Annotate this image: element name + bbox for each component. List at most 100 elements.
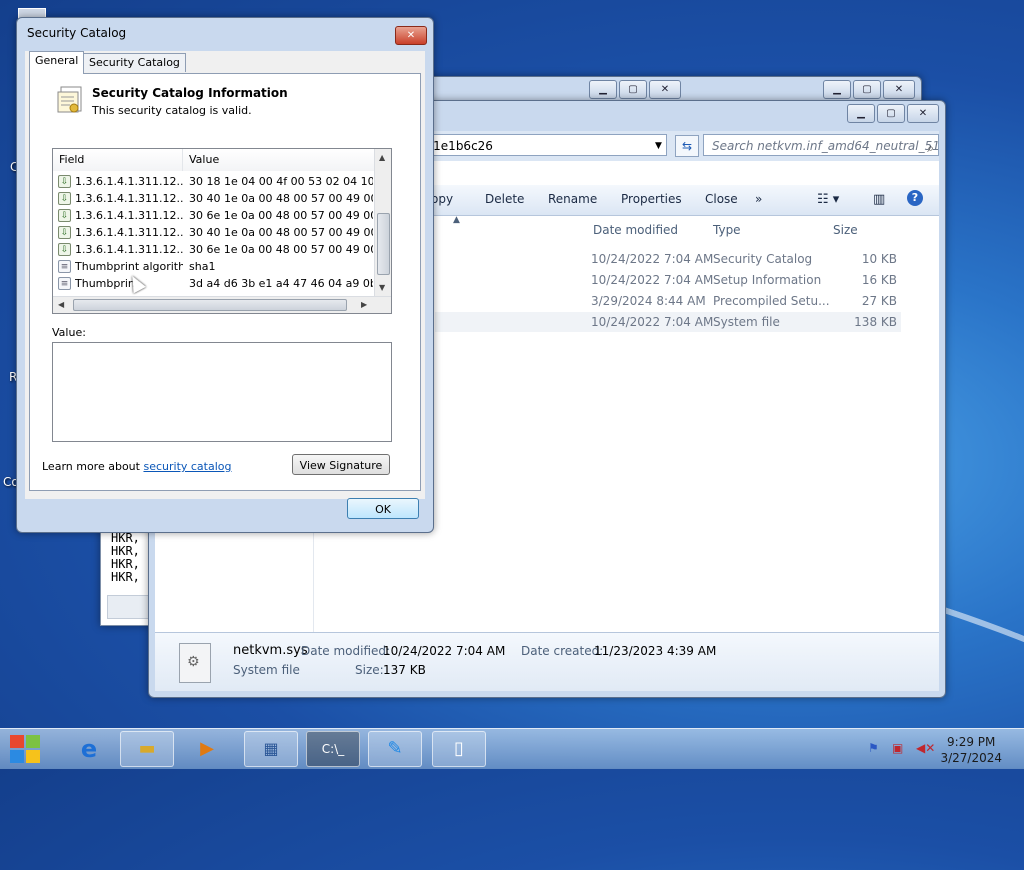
tab-general[interactable]: General (29, 51, 85, 74)
close-button[interactable]: ✕ (907, 104, 939, 123)
column-header-size[interactable]: Size (833, 223, 858, 237)
file-size: 16 KB (861, 273, 897, 287)
file-date: 3/29/2024 8:44 AM (591, 294, 706, 308)
tab-security-catalog[interactable]: Security Catalog (83, 53, 186, 72)
notepad-line: HKR, (111, 557, 140, 571)
minimize-button[interactable]: ▁ (823, 80, 851, 99)
action-center-flag-icon[interactable]: ⚑ (868, 741, 879, 755)
document-icon: ≡ (58, 260, 71, 273)
file-type: Precompiled Setu... (713, 294, 830, 308)
scroll-right-icon[interactable]: ▶ (361, 300, 367, 309)
sort-arrow-icon: ▲ (453, 215, 460, 225)
security-catalog-link[interactable]: security catalog (143, 460, 231, 473)
start-button-windows-icon[interactable] (8, 733, 42, 765)
clock-time: 9:29 PM (947, 735, 996, 749)
maximize-button[interactable]: ▢ (619, 80, 647, 99)
scroll-down-icon[interactable]: ▼ (379, 283, 385, 292)
help-icon[interactable]: ? (907, 190, 923, 206)
notepad-icon[interactable]: ▯ (432, 731, 486, 767)
details-size: 137 KB (383, 663, 426, 677)
scroll-left-icon[interactable]: ◀ (58, 300, 64, 309)
more-commands-button[interactable]: » (755, 192, 762, 206)
value-label: Value: (52, 326, 86, 339)
file-row[interactable]: 10/24/2022 7:04 AM Security Catalog 10 K… (435, 249, 901, 269)
field-name: 1.3.6.1.4.1.311.12... (75, 226, 183, 239)
setup-wizard-icon[interactable]: ✎ (368, 731, 422, 767)
chevron-down-icon[interactable]: ▼ (655, 141, 662, 151)
view-signature-button[interactable]: View Signature (292, 454, 390, 475)
rename-button[interactable]: Rename (548, 192, 597, 206)
file-type: Setup Information (713, 273, 822, 287)
file-size: 10 KB (861, 252, 897, 266)
horizontal-scrollbar[interactable]: ◀ ▶ (53, 296, 391, 313)
vertical-scrollbar[interactable]: ▲ ▼ (374, 149, 391, 297)
file-row[interactable]: 3/29/2024 8:44 AM Precompiled Setu... 27… (435, 291, 901, 311)
security-catalog-dialog[interactable]: Security Catalog ✕ General Security Cata… (16, 17, 434, 533)
list-item[interactable]: ≡ Thumbprint 3d a4 d6 3b e1 a4 47 46 04 … (53, 275, 375, 292)
properties-button[interactable]: Properties (621, 192, 682, 206)
network-settings-icon[interactable]: ▦ (244, 731, 298, 767)
maximize-button[interactable]: ▢ (853, 80, 881, 99)
scroll-up-icon[interactable]: ▲ (379, 153, 385, 162)
refresh-icon[interactable]: ⇆ (675, 135, 699, 157)
maximize-button[interactable]: ▢ (877, 104, 905, 123)
column-header-type[interactable]: Type (713, 223, 741, 237)
attribute-icon: ⇩ (58, 192, 71, 205)
system-clock[interactable]: 9:29 PM 3/27/2024 (940, 734, 1002, 766)
list-item[interactable]: ⇩ 1.3.6.1.4.1.311.12... 30 6e 1e 0a 00 4… (53, 207, 375, 224)
file-type: Security Catalog (713, 252, 813, 266)
field-value: 3d a4 d6 3b e1 a4 47 46 04 a9 0b 6... (189, 277, 373, 290)
field-value: 30 40 1e 0a 00 48 00 57 00 49 00 4... (189, 226, 373, 239)
field-value: sha1 (189, 260, 216, 273)
details-date-modified: 10/24/2022 7:04 AM (383, 644, 506, 658)
list-item[interactable]: ≡ Thumbprint algorithm sha1 (53, 258, 375, 275)
media-player-icon[interactable]: ▶ (180, 731, 234, 767)
caption-buttons: ✕ (395, 26, 427, 45)
info-title: Security Catalog Information (92, 86, 288, 100)
column-header-date[interactable]: Date modified (593, 223, 678, 237)
field-name: 1.3.6.1.4.1.311.12... (75, 209, 183, 222)
view-options-icon[interactable]: ☷ ▾ (817, 192, 839, 207)
file-row[interactable]: 10/24/2022 7:04 AM Setup Information 16 … (435, 270, 901, 290)
scroll-thumb[interactable] (377, 213, 390, 275)
internet-explorer-icon[interactable]: e (62, 731, 116, 767)
field-name: 1.3.6.1.4.1.311.12... (75, 192, 183, 205)
field-list[interactable]: Field Value ⇩ 1.3.6.1.4.1.311.12... 30 1… (52, 148, 392, 314)
search-input[interactable]: Search netkvm.inf_amd64_neutral_51... ⌕ (703, 134, 939, 156)
command-prompt-icon[interactable]: C:\_ (306, 731, 360, 767)
network-error-icon[interactable]: ▣ (892, 741, 903, 755)
close-button[interactable]: ✕ (883, 80, 915, 99)
caption-buttons: ▁ ▢ ✕ (847, 104, 939, 123)
field-name: 1.3.6.1.4.1.311.12... (75, 175, 183, 188)
value-textbox[interactable] (52, 342, 392, 442)
list-item[interactable]: ⇩ 1.3.6.1.4.1.311.12... 30 40 1e 0a 00 4… (53, 190, 375, 207)
close-button[interactable]: ✕ (395, 26, 427, 45)
minimize-button[interactable]: ▁ (589, 80, 617, 99)
file-row-selected[interactable]: 10/24/2022 7:04 AM System file 138 KB (435, 312, 901, 332)
ok-button[interactable]: OK (347, 498, 419, 519)
close-button[interactable]: ✕ (649, 80, 681, 99)
list-item[interactable]: ⇩ 1.3.6.1.4.1.311.12... 30 6e 1e 0a 00 4… (53, 241, 375, 258)
attribute-icon: ⇩ (58, 243, 71, 256)
details-kind: System file (233, 663, 300, 677)
list-item[interactable]: ⇩ 1.3.6.1.4.1.311.12... 30 18 1e 04 00 4… (53, 173, 375, 190)
notepad-scrollbar[interactable] (107, 595, 153, 619)
minimize-button[interactable]: ▁ (847, 104, 875, 123)
dialog-title: Security Catalog (27, 26, 127, 40)
field-value: 30 6e 1e 0a 00 48 00 57 00 49 00 4... (189, 209, 373, 222)
volume-muted-icon[interactable]: ◀✕ (916, 741, 935, 755)
file-explorer-icon[interactable]: ▬ (120, 731, 174, 767)
notepad-line: HKR, (111, 570, 140, 584)
certificate-icon (57, 86, 82, 113)
scroll-thumb[interactable] (73, 299, 347, 311)
copy-button[interactable]: opy (431, 192, 453, 206)
column-header-field[interactable]: Field (53, 149, 183, 171)
column-header-value[interactable]: Value (183, 149, 375, 171)
caption-buttons: ▁ ▢ ✕ (589, 80, 681, 99)
details-date-created: 11/23/2023 4:39 AM (594, 644, 717, 658)
close-command-button[interactable]: Close (705, 192, 738, 206)
list-item[interactable]: ⇩ 1.3.6.1.4.1.311.12... 30 40 1e 0a 00 4… (53, 224, 375, 241)
search-icon: ⌕ (927, 141, 934, 155)
preview-pane-icon[interactable]: ▥ (873, 192, 885, 207)
delete-button[interactable]: Delete (485, 192, 524, 206)
